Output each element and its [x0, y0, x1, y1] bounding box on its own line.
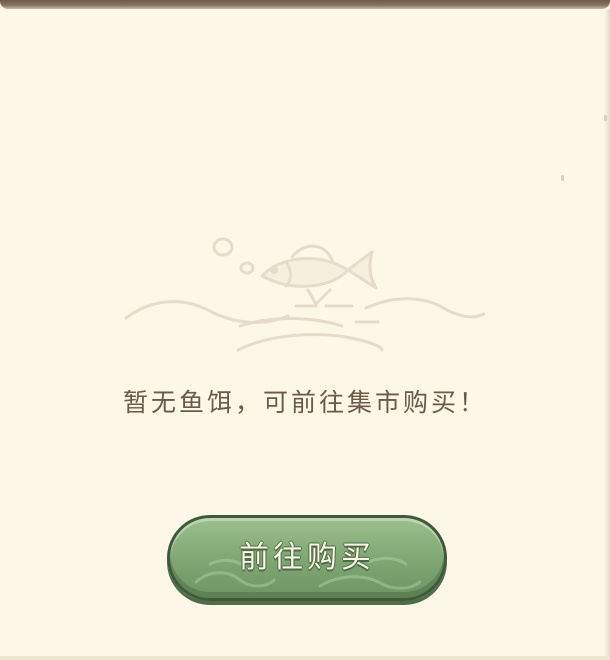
- decorative-speck: [604, 115, 607, 121]
- bait-empty-panel: 暂无鱼饵，可前往集市购买！ 前往购买: [0, 0, 610, 660]
- panel-right-edge: [604, 9, 610, 660]
- fish-waves-icon: [124, 237, 486, 352]
- panel-top-border: [0, 0, 610, 9]
- panel-bottom-edge: [0, 656, 610, 660]
- decorative-speck: [561, 175, 564, 181]
- goto-market-button[interactable]: 前往购买: [167, 515, 447, 601]
- goto-market-label: 前往购买: [239, 540, 375, 575]
- empty-bait-message: 暂无鱼饵，可前往集市购买！: [122, 388, 487, 417]
